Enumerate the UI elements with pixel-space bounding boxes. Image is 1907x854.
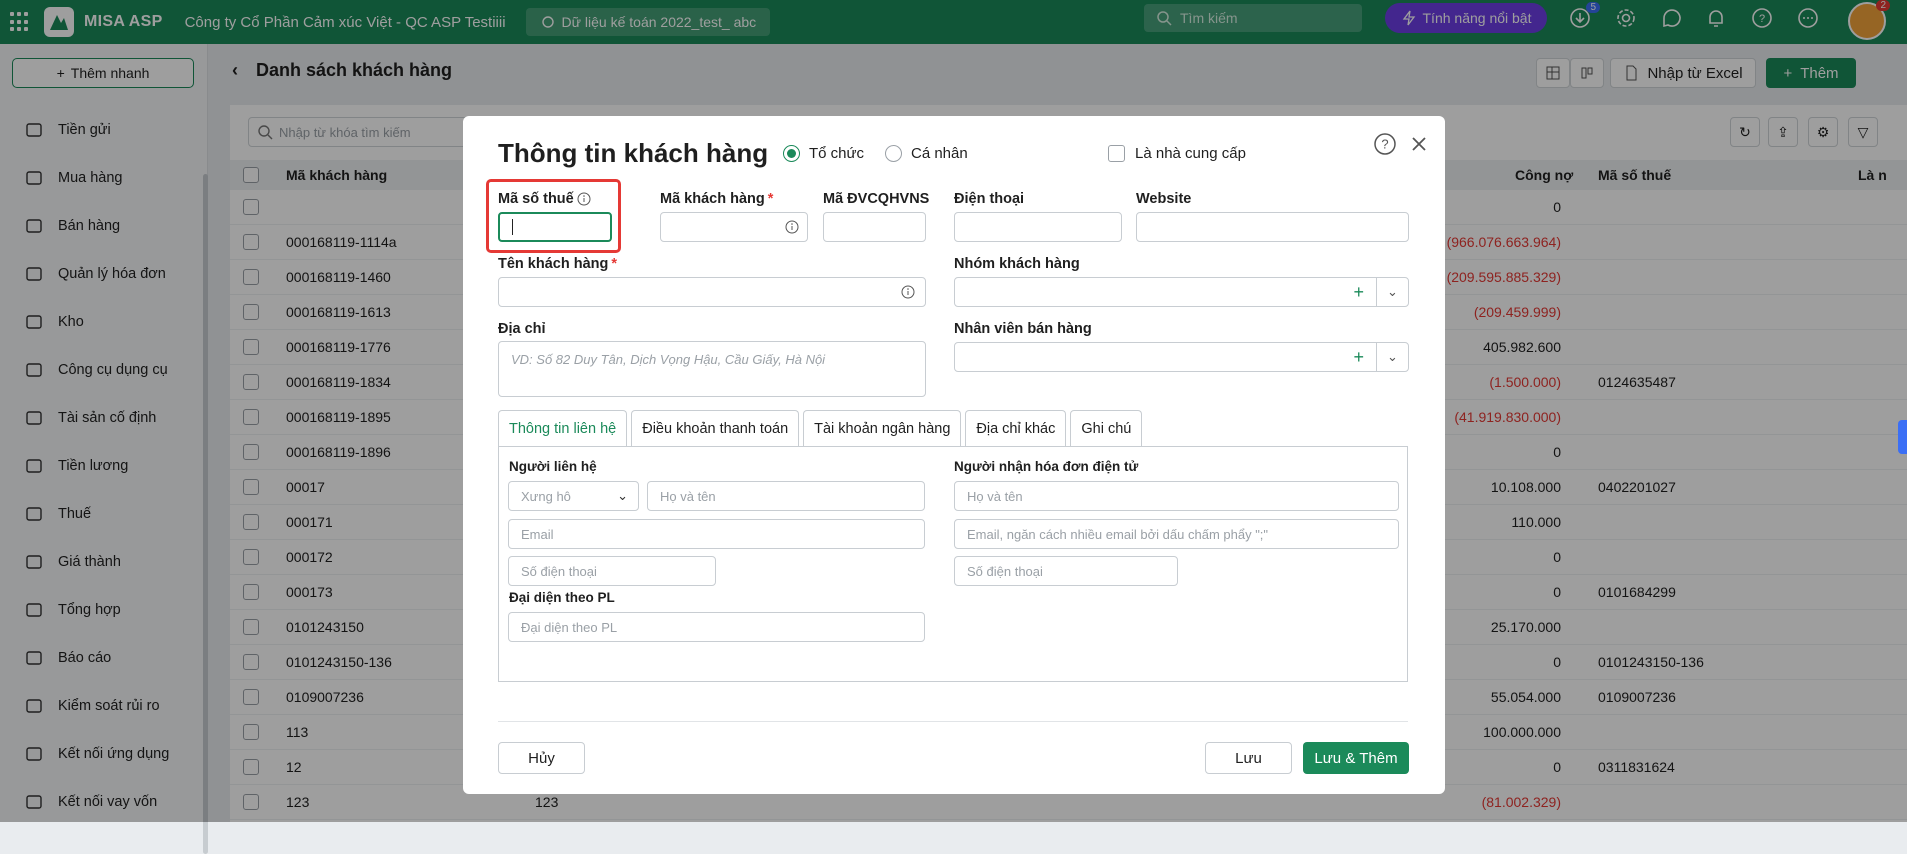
contact-phone-input[interactable]: Số điện thoại bbox=[508, 556, 716, 586]
radio-unselected-icon bbox=[885, 145, 902, 162]
checkbox-box bbox=[1108, 145, 1125, 162]
address-textarea[interactable]: VD: Số 82 Duy Tân, Dịch Vọng Hậu, Cầu Gi… bbox=[498, 341, 926, 397]
contact-info-panel: Người liên hệ Xưng hô ⌄ Họ và tên Email … bbox=[498, 446, 1408, 682]
radio-organization-label: Tổ chức bbox=[809, 145, 865, 162]
contact-name-input[interactable]: Họ và tên bbox=[647, 481, 925, 511]
tab-other-address[interactable]: Địa chỉ khác bbox=[965, 410, 1067, 446]
sales-staff-select[interactable]: + ⌄ bbox=[954, 342, 1409, 372]
customer-group-label: Nhóm khách hàng bbox=[954, 256, 1080, 272]
legal-rep-input[interactable]: Đại diện theo PL bbox=[508, 612, 925, 642]
required-mark: * bbox=[767, 191, 774, 207]
salutation-select[interactable]: Xưng hô ⌄ bbox=[508, 481, 639, 511]
info-icon[interactable] bbox=[785, 220, 799, 234]
contact-email-input[interactable]: Email bbox=[508, 519, 925, 549]
customer-group-select[interactable]: + ⌄ bbox=[954, 277, 1409, 307]
dialog-title: Thông tin khách hàng bbox=[498, 138, 769, 168]
tab-payment-terms[interactable]: Điều khoản thanh toán bbox=[631, 410, 800, 446]
customer-name-label-text: Tên khách hàng bbox=[498, 256, 609, 272]
website-label: Website bbox=[1136, 191, 1192, 207]
customer-code-input[interactable] bbox=[660, 212, 808, 242]
legal-rep-heading: Đại diện theo PL bbox=[509, 590, 615, 605]
sales-staff-label: Nhân viên bán hàng bbox=[954, 321, 1092, 337]
dialog-tabs: Thông tin liên hệ Điều khoản thanh toán … bbox=[498, 410, 1143, 446]
phone-input[interactable] bbox=[954, 212, 1122, 242]
phone-label: Điện thoại bbox=[954, 191, 1025, 207]
unit-code-label: Mã ĐVCQHVNS bbox=[823, 191, 930, 207]
unit-code-input[interactable] bbox=[823, 212, 926, 242]
chevron-down-icon[interactable]: ⌄ bbox=[1376, 278, 1408, 306]
customer-name-input[interactable] bbox=[498, 277, 926, 307]
tab-bank-accounts[interactable]: Tài khoản ngân hàng bbox=[803, 410, 962, 446]
einvoice-email-input[interactable]: Email, ngăn cách nhiều email bởi dấu chấ… bbox=[954, 519, 1399, 549]
einvoice-name-input[interactable]: Họ và tên bbox=[954, 481, 1399, 511]
customer-name-label: Tên khách hàng * bbox=[498, 256, 617, 272]
chevron-down-icon: ⌄ bbox=[617, 488, 628, 503]
salutation-placeholder: Xưng hô bbox=[521, 488, 571, 504]
radio-selected-icon bbox=[783, 145, 800, 162]
help-circle-icon[interactable]: ? bbox=[1373, 132, 1397, 156]
footer-divider bbox=[498, 721, 1408, 722]
chevron-down-icon[interactable]: ⌄ bbox=[1376, 343, 1408, 371]
close-icon[interactable] bbox=[1409, 134, 1429, 154]
add-group-plus-icon[interactable]: + bbox=[1353, 282, 1364, 303]
customer-code-label: Mã khách hàng * bbox=[660, 191, 773, 207]
address-label: Địa chỉ bbox=[498, 321, 546, 337]
info-icon[interactable] bbox=[901, 285, 915, 299]
cancel-button[interactable]: Hủy bbox=[498, 742, 585, 774]
required-mark: * bbox=[611, 256, 618, 272]
contact-person-heading: Người liên hệ bbox=[509, 459, 597, 474]
radio-individual[interactable]: Cá nhân bbox=[885, 145, 968, 162]
tab-contact-info[interactable]: Thông tin liên hệ bbox=[498, 410, 628, 446]
einvoice-recipient-heading: Người nhận hóa đơn điện tử bbox=[954, 459, 1139, 474]
save-and-add-button[interactable]: Lưu & Thêm bbox=[1303, 742, 1409, 774]
radio-individual-label: Cá nhân bbox=[911, 145, 968, 162]
einvoice-phone-input[interactable]: Số điện thoại bbox=[954, 556, 1178, 586]
radio-organization[interactable]: Tổ chức bbox=[783, 145, 864, 162]
highlight-box bbox=[486, 179, 621, 253]
supplier-checkbox-label: Là nhà cung cấp bbox=[1135, 145, 1246, 162]
website-input[interactable] bbox=[1136, 212, 1409, 242]
customer-code-label-text: Mã khách hàng bbox=[660, 191, 765, 207]
customer-info-dialog: Thông tin khách hàng Tổ chức Cá nhân Là … bbox=[463, 116, 1445, 794]
svg-text:?: ? bbox=[1381, 137, 1388, 152]
supplier-checkbox[interactable]: Là nhà cung cấp bbox=[1108, 145, 1246, 162]
save-button[interactable]: Lưu bbox=[1205, 742, 1292, 774]
side-panel-handle[interactable] bbox=[1898, 420, 1907, 454]
tab-notes[interactable]: Ghi chú bbox=[1070, 410, 1143, 446]
add-staff-plus-icon[interactable]: + bbox=[1353, 347, 1364, 368]
